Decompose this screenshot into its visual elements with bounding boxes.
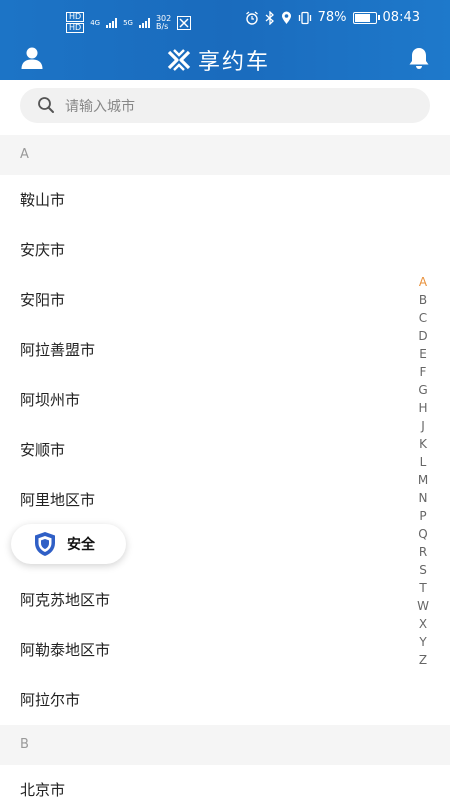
signal-icon [106, 17, 118, 28]
index-letter-h[interactable]: H [412, 399, 434, 417]
location-icon [281, 11, 291, 24]
app-title: 享约车 [198, 50, 271, 75]
index-letter-k[interactable]: K [412, 435, 434, 453]
signal-icon-2 [138, 17, 150, 28]
index-letter-q[interactable]: Q [412, 525, 434, 543]
index-letter-s[interactable]: S [412, 561, 434, 579]
bell-icon[interactable] [407, 46, 431, 70]
city-item[interactable]: 安阳市 [0, 275, 450, 325]
index-letter-e[interactable]: E [412, 345, 434, 363]
index-letter-w[interactable]: W [412, 597, 434, 615]
search-area [0, 80, 450, 135]
index-letter-n[interactable]: N [412, 489, 434, 507]
index-letter-a[interactable]: A [412, 273, 434, 291]
index-letter-z[interactable]: Z [412, 651, 434, 669]
net-type-1: 4G [90, 18, 101, 27]
clock: 08:43 [382, 10, 420, 25]
status-bar: HD HD 4G 5G 302 B/s 78% 08:43 [0, 6, 450, 36]
alphabet-index[interactable]: A B C D E F G H J K L M N P Q R S T W X … [412, 273, 434, 669]
status-left: HD HD 4G 5G 302 B/s [66, 12, 192, 33]
index-letter-d[interactable]: D [412, 327, 434, 345]
shield-icon [35, 532, 55, 556]
index-letter-x[interactable]: X [412, 615, 434, 633]
x-logo-icon [167, 49, 191, 71]
safety-button[interactable]: 安全 [11, 524, 126, 564]
index-letter-m[interactable]: M [412, 471, 434, 489]
speed-unit: B/s [155, 21, 169, 31]
hd-badge: HD [66, 12, 85, 22]
index-letter-c[interactable]: C [412, 309, 434, 327]
city-item[interactable]: 阿勒泰地区市 [0, 625, 450, 675]
section-header-b: B [0, 725, 450, 765]
bluetooth-icon [265, 10, 274, 25]
city-item[interactable]: 阿克苏地区市 [0, 575, 450, 625]
city-list[interactable]: A 鞍山市 安庆市 安阳市 阿拉善盟市 阿坝州市 安顺市 阿里地区市 阿克苏地区… [0, 135, 450, 800]
index-letter-f[interactable]: F [412, 363, 434, 381]
app-logo: 享约车 [166, 44, 270, 76]
section-header-a: A [0, 135, 450, 175]
net-type-2: 5G [123, 18, 133, 27]
search-icon [38, 97, 54, 113]
index-letter-j[interactable]: J [412, 417, 434, 435]
hd-badge-2: HD [66, 23, 85, 33]
search-input[interactable] [63, 88, 417, 125]
app-notification-icon [177, 15, 192, 30]
index-letter-r[interactable]: R [412, 543, 434, 561]
city-item[interactable]: 阿拉尔市 [0, 675, 450, 725]
safety-label: 安全 [67, 537, 95, 553]
index-letter-b[interactable]: B [412, 291, 434, 309]
app-bar: 享约车 [0, 40, 450, 76]
city-item[interactable]: 阿里地区市 [0, 475, 450, 525]
city-item[interactable]: 安顺市 [0, 425, 450, 475]
net-speed: 302 B/s [155, 14, 171, 31]
alarm-icon [245, 11, 258, 25]
vibrate-icon [298, 11, 311, 24]
city-item[interactable]: 阿拉善盟市 [0, 325, 450, 375]
city-item[interactable]: 安庆市 [0, 225, 450, 275]
city-item[interactable]: 阿坝州市 [0, 375, 450, 425]
city-item[interactable]: 鞍山市 [0, 175, 450, 225]
index-letter-y[interactable]: Y [412, 633, 434, 651]
user-icon[interactable] [20, 46, 44, 70]
city-item[interactable]: 北京市 [0, 765, 450, 800]
search-box[interactable] [20, 88, 430, 125]
battery-icon [352, 11, 380, 24]
app-header: HD HD 4G 5G 302 B/s 78% 08:43 享约车 [0, 0, 450, 80]
index-letter-p[interactable]: P [412, 507, 434, 525]
battery-percent: 78% [317, 10, 347, 25]
index-letter-l[interactable]: L [412, 453, 434, 471]
status-right: 78% 08:43 [245, 10, 420, 25]
index-letter-t[interactable]: T [412, 579, 434, 597]
index-letter-g[interactable]: G [412, 381, 434, 399]
